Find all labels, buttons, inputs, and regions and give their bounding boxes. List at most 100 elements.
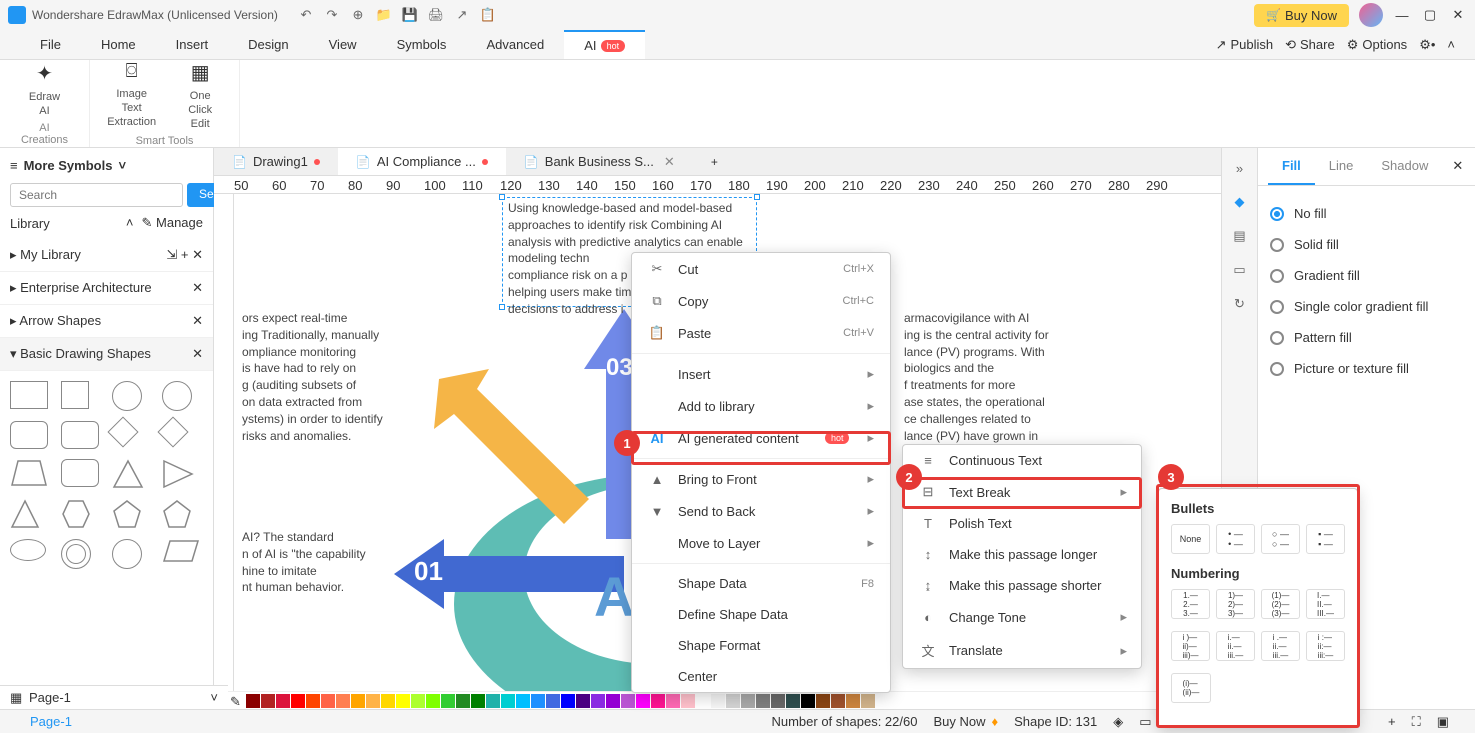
user-avatar[interactable] [1359,3,1383,27]
ctx-bring-front[interactable]: ▲Bring to Front▸ [632,463,890,495]
color-swatch[interactable] [681,694,695,708]
color-swatch[interactable] [591,694,605,708]
color-swatch[interactable] [741,694,755,708]
color-swatch[interactable] [531,694,545,708]
close-tab-icon[interactable]: ✕ [664,154,675,170]
resize-handle[interactable] [754,194,760,200]
color-swatch[interactable] [621,694,635,708]
sub-change-tone[interactable]: ◐Change Tone▸ [903,601,1143,633]
trapezoid-shape[interactable] [10,459,48,487]
ctx-center[interactable]: Center [632,661,890,692]
color-swatch[interactable] [561,694,575,708]
circle-shape[interactable] [112,381,142,411]
rect-shape[interactable] [10,381,48,409]
layers-icon[interactable]: ◈ [1113,714,1123,730]
color-swatch[interactable] [276,694,290,708]
color-swatch[interactable] [666,694,680,708]
basic-shapes-section[interactable]: ▾ Basic Drawing Shapes ✕ [0,338,213,371]
sub-longer[interactable]: ↕Make this passage longer [903,539,1143,570]
fullscreen-icon[interactable]: ▣ [1437,714,1449,730]
add-icon[interactable]: + [181,247,189,262]
maximize-button[interactable]: ▢ [1421,6,1439,24]
color-swatch[interactable] [696,694,710,708]
color-swatch[interactable] [831,694,845,708]
one-click-edit-button[interactable]: ▦ One Click Edit [177,60,223,132]
text-right[interactable]: armacovigilance with AI ing is the centr… [904,310,1084,444]
parallelogram-shape[interactable] [162,539,200,563]
arrow-shapes-section[interactable]: ▸ Arrow Shapes ✕ [0,305,213,338]
rounded-rect-shape[interactable] [61,459,99,487]
close-icon[interactable]: ✕ [192,280,203,296]
fill-picture[interactable]: Picture or texture fill [1270,353,1463,384]
ctx-move-layer[interactable]: Move to Layer▸ [632,527,890,559]
close-button[interactable]: ✕ [1449,6,1467,24]
hexagon-shape[interactable] [61,499,91,529]
notifications-icon[interactable]: ⚙• [1419,37,1435,53]
undo-icon[interactable]: ↶ [298,7,314,23]
buy-now-button[interactable]: 🛒 Buy Now [1254,4,1349,27]
resize-handle[interactable] [499,194,505,200]
rounded-rect-shape[interactable] [10,421,48,449]
new-tab-button[interactable]: + [693,148,736,175]
color-swatch[interactable] [246,694,260,708]
enterprise-section[interactable]: ▸ Enterprise Architecture ✕ [0,272,213,305]
present-rail-icon[interactable]: ▭ [1230,260,1250,280]
menu-view[interactable]: View [309,30,377,59]
collapse-ribbon-icon[interactable]: ˄ [1447,37,1455,53]
sub-polish-text[interactable]: TPolish Text [903,508,1143,539]
color-swatch[interactable] [516,694,530,708]
print-icon[interactable]: 🖨 [428,7,444,23]
rounded-rect-shape[interactable] [61,421,99,449]
pages-icon[interactable]: ▦ [10,690,22,706]
fill-nofill[interactable]: No fill [1270,198,1463,229]
collapse-icon[interactable]: ˄ [126,215,134,231]
props-tab-line[interactable]: Line [1315,148,1368,185]
color-swatch[interactable] [636,694,650,708]
expand-rail-icon[interactable]: » [1230,158,1250,178]
menu-file[interactable]: File [20,30,81,59]
menu-symbols[interactable]: Symbols [377,30,467,59]
manage-link[interactable]: ✎ Manage [142,215,204,231]
status-page[interactable]: Page-1 [30,714,72,729]
color-swatch[interactable] [261,694,275,708]
color-swatch[interactable] [471,694,485,708]
color-swatch[interactable] [606,694,620,708]
ctx-define-shape-data[interactable]: Define Shape Data [632,599,890,630]
color-swatch[interactable] [501,694,515,708]
color-swatch[interactable] [336,694,350,708]
new-icon[interactable]: ⊕ [350,7,366,23]
color-swatch[interactable] [351,694,365,708]
ellipse-shape[interactable] [10,539,46,561]
color-swatch[interactable] [291,694,305,708]
diamond-shape[interactable] [158,416,189,447]
share-link[interactable]: ⟲ Share [1285,37,1335,53]
sub-continuous-text[interactable]: ≡Continuous Text [903,445,1143,476]
color-swatch[interactable] [441,694,455,708]
color-swatch[interactable] [651,694,665,708]
color-swatch[interactable] [366,694,380,708]
color-swatch[interactable] [396,694,410,708]
props-close-icon[interactable]: ✕ [1442,148,1473,185]
paste-icon[interactable]: 📋 [480,7,496,23]
color-swatch[interactable] [546,694,560,708]
text-left1[interactable]: ors expect real-time ing Traditionally, … [242,310,402,444]
color-swatch[interactable] [711,694,725,708]
color-swatch[interactable] [726,694,740,708]
double-circle-shape[interactable] [61,539,91,569]
sub-shorter[interactable]: ↨Make this passage shorter [903,570,1143,601]
ctx-insert[interactable]: Insert▸ [632,358,890,390]
library-label[interactable]: Library [10,216,50,231]
text-left2[interactable]: AI? The standard n of AI is "the capabil… [242,529,402,596]
close-icon[interactable]: ✕ [192,346,203,362]
triangle-shape[interactable] [162,459,194,489]
pentagon-shape[interactable] [162,499,192,529]
color-swatch[interactable] [771,694,785,708]
color-swatch[interactable] [756,694,770,708]
color-swatch[interactable] [576,694,590,708]
footer-page-label[interactable]: Page-1 [29,690,71,705]
options-link[interactable]: ⚙ Options [1347,37,1407,53]
minimize-button[interactable]: — [1393,6,1411,24]
props-tab-fill[interactable]: Fill [1268,148,1315,185]
color-swatch[interactable] [861,694,875,708]
color-swatch[interactable] [411,694,425,708]
